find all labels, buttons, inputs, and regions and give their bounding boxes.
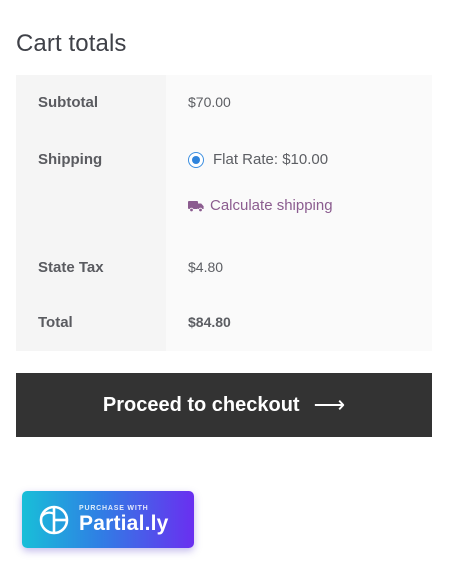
calculate-shipping-label: Calculate shipping [210,197,333,214]
subtotal-value: $70.00 [166,75,432,132]
tax-row: State Tax $4.80 [16,237,432,294]
total-value: $84.80 [166,294,432,351]
tax-label: State Tax [16,237,166,294]
flat-rate-radio[interactable] [188,151,204,168]
total-row: Total $84.80 [16,294,432,351]
proceed-to-checkout-button[interactable]: Proceed to checkout ⟶ [16,373,432,437]
partially-button[interactable]: PURCHASE WITH Partial.ly [22,491,194,548]
cart-totals-table: Subtotal $70.00 Shipping Flat Rate: $10.… [16,75,432,351]
partially-logo-icon [39,505,69,534]
arrow-right-icon: ⟶ [313,392,346,417]
calculate-shipping-link[interactable]: Calculate shipping [188,197,432,214]
shipping-label: Shipping [16,132,166,237]
partially-brand: Partial.ly [79,511,169,535]
truck-icon [188,200,204,212]
total-label: Total [16,294,166,351]
subtotal-label: Subtotal [16,75,166,132]
shipping-row: Shipping Flat Rate: $10.00 Calculate shi… [16,132,432,237]
radio-selected-dot [192,155,200,164]
purchase-with-caption: PURCHASE WITH [79,504,149,512]
page-title: Cart totals [16,30,127,57]
subtotal-row: Subtotal $70.00 [16,75,432,132]
shipping-option-flat-rate[interactable]: Flat Rate: $10.00 [188,151,432,168]
partially-text: PURCHASE WITH Partial.ly [79,505,169,535]
checkout-label: Proceed to checkout [102,393,300,416]
flat-rate-label: Flat Rate: $10.00 [213,151,329,168]
shipping-options: Flat Rate: $10.00 Calculate shipping [166,132,432,237]
tax-value: $4.80 [166,237,432,294]
